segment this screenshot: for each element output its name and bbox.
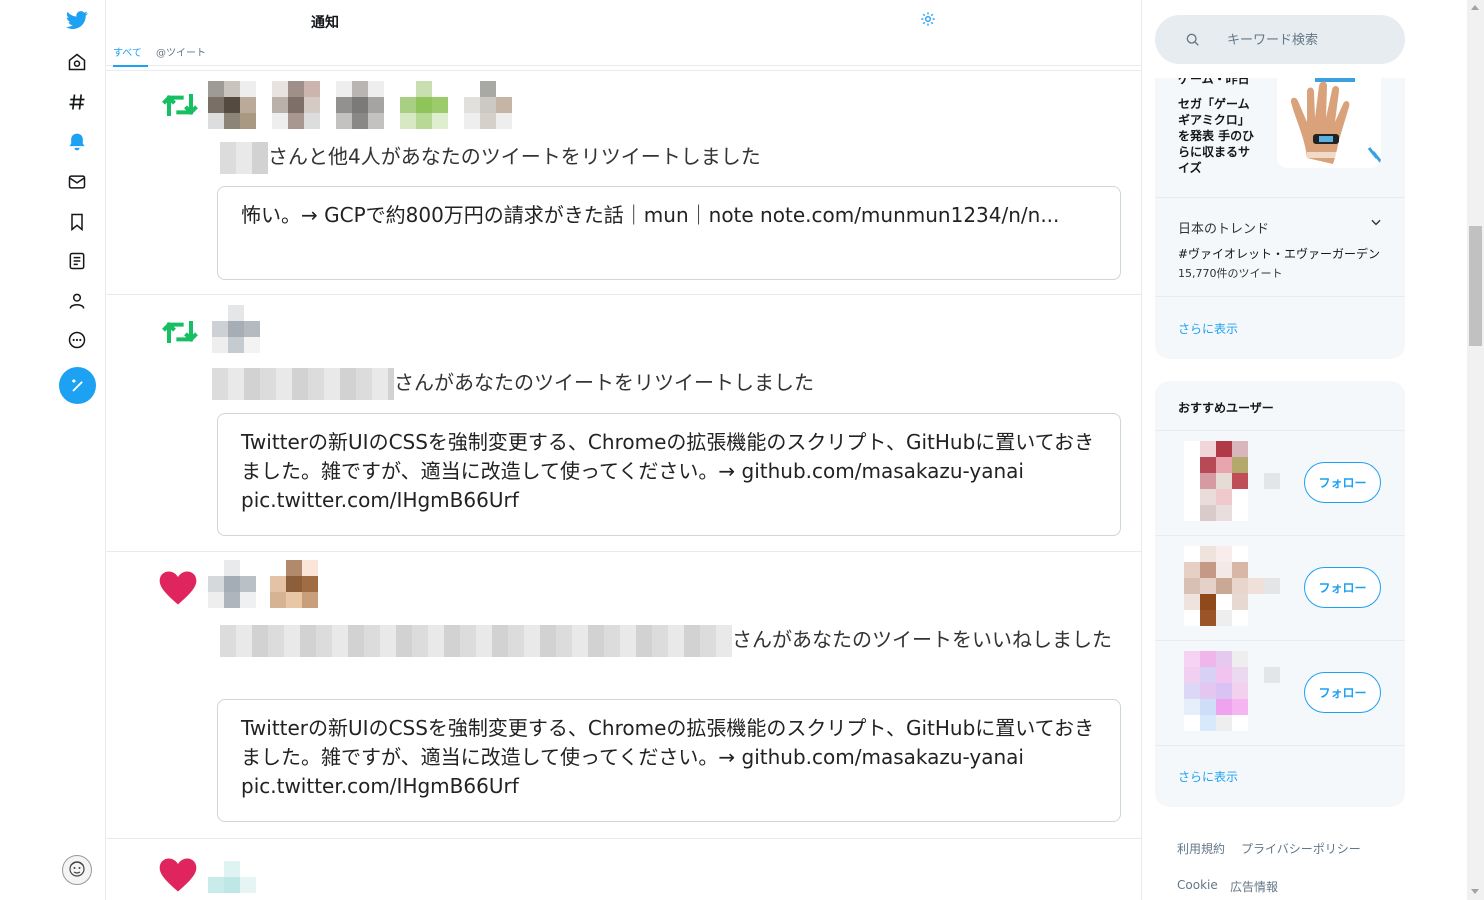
footer-link-cookie[interactable]: Cookie — [1177, 878, 1218, 892]
footer-link-privacy[interactable]: プライバシーポリシー — [1241, 840, 1361, 857]
search-bar[interactable] — [1155, 15, 1405, 64]
quoted-tweet[interactable]: 怖い。→ GCPで約800万円の請求がきた話｜mun｜note note.com… — [217, 186, 1121, 280]
who-to-follow-title: おすすめユーザー — [1178, 401, 1274, 415]
search-input[interactable] — [1227, 29, 1387, 51]
notification-text: さんがあなたのツイートをいいねしました — [220, 625, 1120, 657]
trend-hashtag[interactable]: #ヴァイオレット・エヴァーガーデン — [1178, 245, 1380, 262]
quoted-tweet[interactable]: Twitterの新UIのCSSを強制変更する、Chromeの拡張機能のスクリプト… — [217, 699, 1121, 822]
news-category: ゲーム・昨日 — [1178, 78, 1250, 86]
avatar[interactable] — [1168, 651, 1296, 739]
page-scrollbar[interactable] — [1467, 0, 1484, 900]
actor-avatars — [208, 81, 512, 129]
tab-all[interactable]: すべて — [113, 44, 148, 67]
avatar[interactable] — [212, 305, 260, 353]
explore-hash-icon[interactable] — [66, 91, 88, 113]
lists-icon[interactable] — [66, 250, 88, 272]
footer-link-terms[interactable]: 利用規約 — [1177, 840, 1225, 857]
avatar[interactable] — [270, 560, 318, 608]
footer-link-ads-info[interactable]: 広告情報 — [1230, 878, 1278, 895]
left-nav — [0, 0, 106, 900]
tab-mentions[interactable]: @ツイート — [156, 44, 206, 65]
avatar[interactable] — [464, 81, 512, 129]
scroll-down-arrow-icon[interactable] — [1471, 889, 1479, 894]
scrollbar-thumb[interactable] — [1469, 226, 1482, 346]
blurred-username[interactable] — [220, 142, 268, 174]
avatar[interactable] — [1168, 546, 1296, 634]
page-title: 通知 — [311, 15, 339, 31]
avatar[interactable] — [208, 81, 256, 129]
avatar[interactable] — [208, 861, 256, 900]
trends-panel: ゲーム・昨日 セガ「ゲームギアミクロ」を発表 手のひらに収まるサイズ 日本のトレ… — [1155, 78, 1405, 359]
quoted-tweet[interactable]: Twitterの新UIのCSSを強制変更する、Chromeの拡張機能のスクリプト… — [217, 413, 1121, 536]
notifications-header: 通知 すべて @ツイート — [106, 0, 1141, 67]
notification-text: さんがあなたのツイートをリツイートしました — [212, 368, 1112, 400]
more-icon[interactable] — [66, 329, 88, 351]
actor-avatars — [208, 861, 256, 900]
messages-icon[interactable] — [66, 171, 88, 193]
blurred-username[interactable] — [212, 368, 394, 400]
notifications-column: 通知 すべて @ツイート さんと他4人があなたのツイートをリツイートしました 怖… — [106, 0, 1142, 900]
compose-tweet-button[interactable] — [59, 367, 96, 404]
trend-tweet-count: 15,770件のツイート — [1178, 267, 1283, 280]
news-headline[interactable]: セガ「ゲームギアミクロ」を発表 手のひらに収まるサイズ — [1178, 96, 1256, 176]
news-thumbnail[interactable] — [1277, 78, 1381, 168]
heart-icon — [159, 571, 197, 605]
search-icon — [1186, 33, 1199, 46]
follow-button[interactable]: フォロー — [1304, 567, 1381, 608]
actor-avatars — [208, 560, 318, 608]
divider — [1155, 296, 1405, 297]
divider — [1155, 197, 1405, 198]
bookmarks-icon[interactable] — [66, 211, 88, 233]
gear-icon[interactable] — [920, 11, 936, 27]
divider — [1155, 745, 1405, 746]
notification-item[interactable]: さんがあなたのツイートをリツイートしました Twitterの新UIのCSSを強制… — [106, 295, 1141, 552]
notification-text: さんと他4人があなたのツイートをリツイートしました — [220, 142, 1120, 174]
compose-tweet-icon — [71, 378, 83, 392]
account-avatar[interactable] — [62, 855, 92, 885]
blurred-username[interactable] — [220, 625, 732, 657]
avatar[interactable] — [400, 81, 448, 129]
notifications-bell-icon[interactable] — [66, 131, 88, 153]
who-to-follow-panel: おすすめユーザー フォロー フォロー フォロー さらに表示 — [1155, 381, 1405, 807]
retweet-icon — [162, 94, 198, 116]
twitter-logo-icon[interactable] — [66, 9, 88, 31]
profile-icon[interactable] — [66, 290, 88, 312]
avatar[interactable] — [272, 81, 320, 129]
follow-button[interactable]: フォロー — [1304, 672, 1381, 713]
suggested-user-row[interactable]: フォロー — [1155, 641, 1405, 746]
home-icon[interactable] — [66, 51, 88, 73]
trends-show-more-link[interactable]: さらに表示 — [1178, 320, 1238, 337]
avatar[interactable] — [336, 81, 384, 129]
notification-item[interactable] — [106, 839, 1141, 900]
notification-item[interactable]: さんがあなたのツイートをいいねしました Twitterの新UIのCSSを強制変更… — [106, 552, 1141, 839]
avatar[interactable] — [208, 560, 256, 608]
retweet-icon — [162, 321, 198, 343]
heart-icon — [159, 858, 197, 892]
app: 通知 すべて @ツイート さんと他4人があなたのツイートをリツイートしました 怖… — [0, 0, 1484, 900]
avatar[interactable] — [1168, 441, 1296, 529]
follow-button[interactable]: フォロー — [1304, 462, 1381, 503]
suggested-user-row[interactable]: フォロー — [1155, 431, 1405, 536]
chevron-down-icon[interactable] — [1369, 215, 1383, 229]
who-to-follow-show-more-link[interactable]: さらに表示 — [1178, 768, 1238, 785]
trends-heading: 日本のトレンド — [1178, 222, 1270, 237]
actor-avatars — [212, 305, 260, 353]
suggested-user-row[interactable]: フォロー — [1155, 536, 1405, 641]
scroll-up-arrow-icon[interactable] — [1471, 5, 1479, 10]
notification-item[interactable]: さんと他4人があなたのツイートをリツイートしました 怖い。→ GCPで約800万… — [106, 70, 1141, 295]
